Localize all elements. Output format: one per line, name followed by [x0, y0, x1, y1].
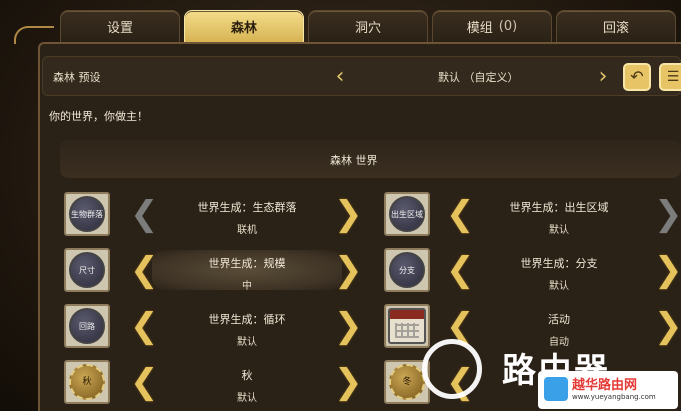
next-button[interactable]: ❯	[654, 250, 681, 290]
biomes-icon: 生物群落	[64, 192, 110, 236]
setting-label: 世界生成：循环	[208, 313, 286, 326]
mod-count: (0)	[498, 19, 518, 34]
prev-button[interactable]: ❮	[446, 194, 475, 234]
setting-world-size: 尺寸 ❮ 世界生成：规模 中 ❯	[64, 246, 364, 294]
setting-label: 世界生成：分支	[520, 257, 598, 270]
preset-label: 森林 预设	[53, 71, 101, 84]
prev-button[interactable]: ❮	[130, 194, 159, 234]
autumn-icon: 秋	[64, 360, 110, 404]
setting-label: 秋	[241, 369, 253, 382]
prev-button[interactable]: ❮	[130, 250, 159, 290]
icon-caption: 冬	[389, 364, 425, 400]
setting-label: 世界生成：出生区域	[509, 201, 609, 214]
tab-caves[interactable]: 洞穴	[308, 10, 428, 42]
next-button[interactable]: ❯	[334, 250, 363, 290]
icon-caption: 回路	[69, 308, 105, 344]
loops-icon: 回路	[64, 304, 110, 348]
setting-value-box: 世界生成：分支 默认	[464, 250, 654, 292]
next-button[interactable]: ❯	[334, 194, 363, 234]
preset-value: 默认 （自定义）	[438, 71, 519, 84]
preset-prev-button[interactable]: ‹	[333, 65, 347, 89]
router-icon	[544, 377, 568, 401]
setting-value-box: 世界生成：规模 中	[152, 250, 342, 292]
menu-icon: ☰	[666, 69, 680, 85]
icon-caption: 出生区域	[389, 196, 425, 232]
setting-value: 联机	[237, 225, 257, 236]
setting-value: 默认	[237, 393, 257, 404]
setting-loops: 回路 ❮ 世界生成：循环 默认 ❯	[64, 302, 364, 350]
prev-button[interactable]: ❮	[130, 362, 159, 402]
prev-button[interactable]: ❮	[130, 306, 159, 346]
tab-label: 回滚	[602, 21, 629, 36]
tab-settings[interactable]: 设置	[60, 10, 180, 42]
undo-icon: ↶	[630, 67, 644, 86]
icon-caption: 尺寸	[69, 252, 105, 288]
setting-value: 默认	[237, 337, 257, 348]
watermark: 路由器 越华路由网 www.yueyangbang.com	[422, 335, 681, 411]
tab-label: 洞穴	[354, 21, 381, 36]
setting-label: 世界生成：规模	[208, 257, 286, 270]
preset-row: 森林 预设 ‹ 默认 （自定义） › ↶ ☰	[42, 56, 681, 96]
icon-caption: 生物群落	[69, 196, 105, 232]
branching-icon: 分支	[384, 248, 430, 292]
spawn-area-icon: 出生区域	[384, 192, 430, 236]
tab-bar: 设置 森林 洞穴 模组 (0) 回滚	[60, 10, 681, 42]
tab-rollback[interactable]: 回滚	[556, 10, 676, 42]
icon-caption: 分支	[389, 252, 425, 288]
next-button[interactable]: ❯	[654, 194, 681, 234]
setting-value: 中	[242, 281, 252, 292]
setting-value-box: 秋 默认	[152, 362, 342, 404]
icon-caption: 秋	[69, 364, 105, 400]
watermark-badge-title: 越华路由网	[572, 378, 638, 393]
setting-label: 活动	[548, 313, 570, 326]
size-icon: 尺寸	[64, 248, 110, 292]
prev-button[interactable]: ❮	[446, 250, 475, 290]
setting-spawn-area: 出生区域 ❮ 世界生成：出生区域 默认 ❯	[384, 190, 681, 238]
setting-value: 默认	[549, 281, 569, 292]
tab-forest[interactable]: 森林	[184, 10, 304, 42]
setting-autumn: 秋 ❮ 秋 默认 ❯	[64, 358, 364, 406]
watermark-badge-url: www.yueyangbang.com	[572, 393, 656, 401]
setting-value-box: 世界生成：循环 默认	[152, 306, 342, 348]
section-title: 森林 世界	[330, 154, 378, 167]
watermark-logo-icon	[422, 339, 482, 399]
tab-label: 森林	[230, 21, 257, 36]
tab-label: 模组	[466, 21, 493, 36]
setting-value: 默认	[549, 225, 569, 236]
tab-label: 设置	[106, 21, 133, 36]
setting-value-box: 世界生成：生态群落 联机	[152, 194, 342, 236]
tab-mods[interactable]: 模组 (0)	[432, 10, 552, 42]
subtitle: 你的世界，你做主！	[49, 110, 148, 123]
preset-next-button[interactable]: ›	[596, 65, 610, 89]
preset-menu-button[interactable]: ☰	[659, 63, 681, 91]
setting-label: 世界生成：生态群落	[197, 201, 297, 214]
watermark-badge: 越华路由网 www.yueyangbang.com	[538, 371, 678, 409]
next-button[interactable]: ❯	[334, 306, 363, 346]
undo-button[interactable]: ↶	[623, 63, 651, 91]
next-button[interactable]: ❯	[334, 362, 363, 402]
setting-branching: 分支 ❮ 世界生成：分支 默认 ❯	[384, 246, 681, 294]
setting-biomes: 生物群落 ❮ 世界生成：生态群落 联机 ❯	[64, 190, 364, 238]
setting-value-box: 世界生成：出生区域 默认	[464, 194, 654, 236]
